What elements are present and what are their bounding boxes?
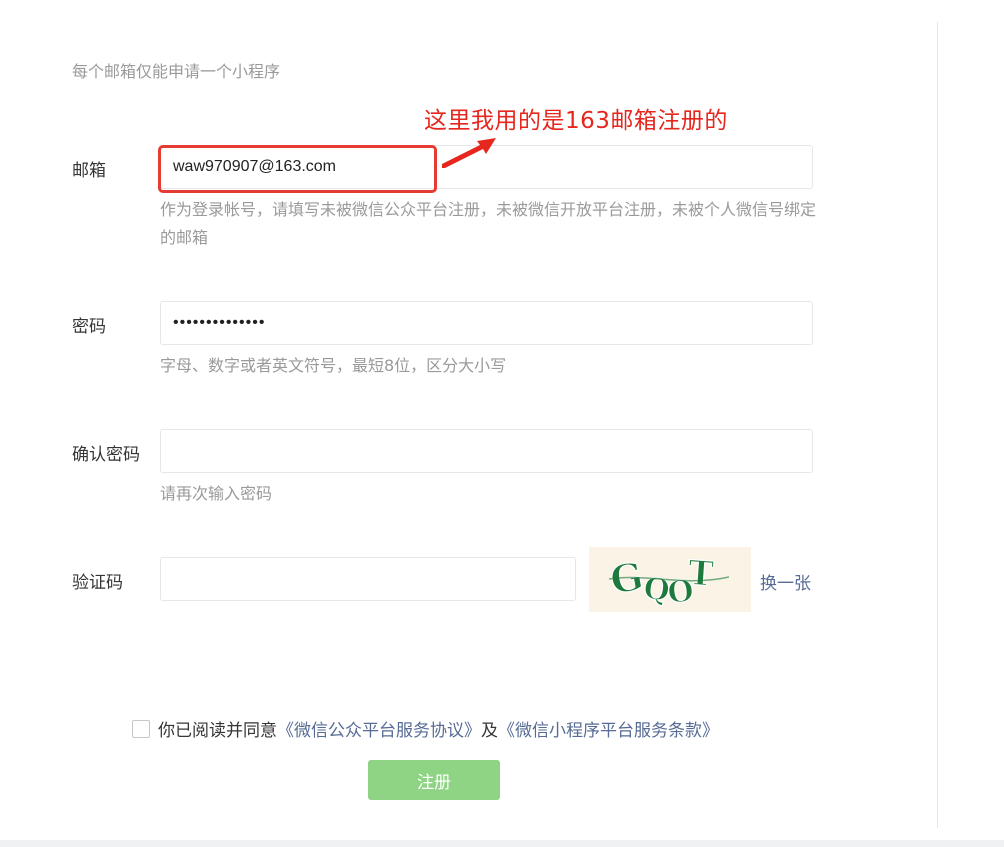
- confirm-password-hint: 请再次输入密码: [160, 484, 273, 503]
- annotation-text: 这里我用的是163邮箱注册的: [424, 108, 728, 134]
- agreement-checkbox[interactable]: [132, 719, 150, 738]
- agreement-middle: 及: [481, 721, 498, 741]
- password-hint: 字母、数字或者英文符号，最短8位，区分大小写: [160, 356, 507, 375]
- right-divider: [937, 22, 938, 828]
- bottom-bar: [0, 840, 1004, 847]
- agreement-prefix: 你已阅读并同意: [158, 721, 277, 741]
- email-hint: 作为登录帐号，请填写未被微信公众平台注册，未被微信开放平台注册，未被个人微信号绑…: [160, 200, 817, 247]
- register-button[interactable]: 注册: [368, 760, 500, 800]
- captcha-input[interactable]: [160, 557, 576, 601]
- password-label: 密码: [72, 317, 106, 337]
- confirm-password-field[interactable]: [160, 429, 813, 473]
- miniprogram-terms-link[interactable]: 《微信小程序平台服务条款》: [498, 716, 719, 741]
- form-tip: 每个邮箱仅能申请一个小程序: [72, 62, 281, 81]
- captcha-label: 验证码: [72, 573, 123, 593]
- refresh-captcha-link[interactable]: 换一张: [760, 569, 811, 594]
- svg-text:T: T: [687, 553, 715, 595]
- password-field[interactable]: ••••••••••••••: [160, 301, 813, 345]
- annotation-arrow-icon: [442, 138, 496, 168]
- captcha-image[interactable]: G Q O T: [589, 547, 751, 612]
- service-agreement-link[interactable]: 《微信公众平台服务协议》: [277, 716, 481, 741]
- annotation-highlight-box: [158, 145, 437, 193]
- email-label: 邮箱: [72, 161, 106, 181]
- agreement-row: 你已阅读并同意 《微信公众平台服务协议》 及 《微信小程序平台服务条款》: [132, 716, 719, 741]
- confirm-password-label: 确认密码: [72, 445, 140, 465]
